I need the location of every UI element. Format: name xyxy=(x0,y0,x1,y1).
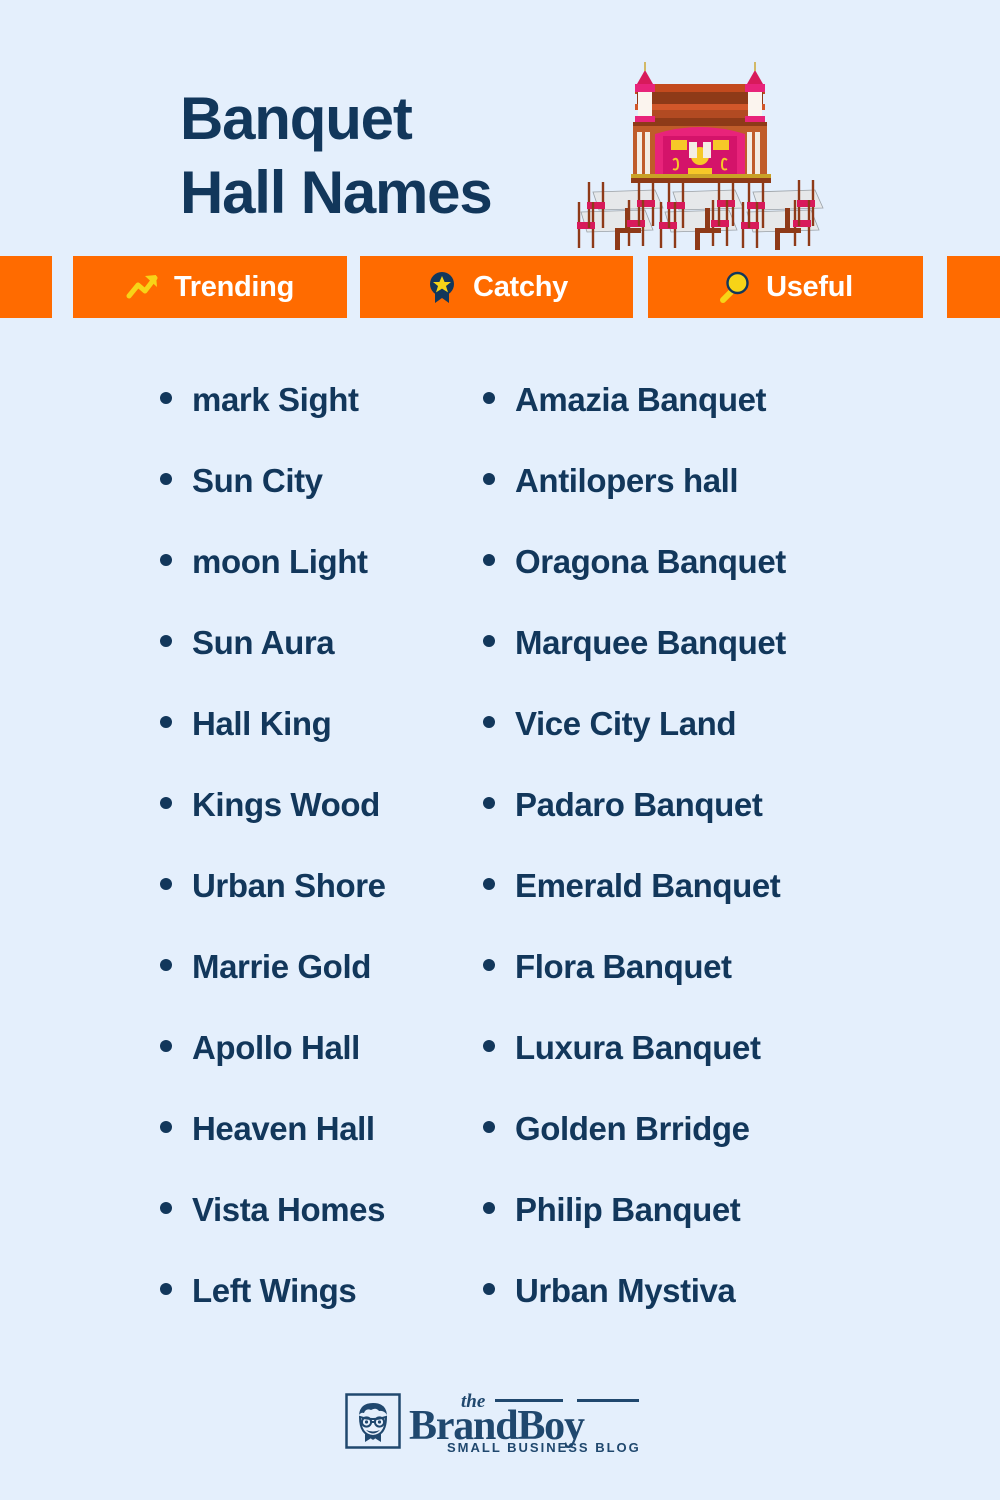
name-item-label: Luxura Banquet xyxy=(515,1029,761,1066)
list-item: Flora Banquet xyxy=(483,947,913,1028)
name-item-label: Golden Brridge xyxy=(515,1110,750,1147)
logo-rule-right xyxy=(577,1399,639,1402)
bullet-icon xyxy=(483,554,495,566)
list-item: Amazia Banquet xyxy=(483,380,913,461)
footer: the BrandBoy SMALL BUSINESS BLOG xyxy=(0,1391,1000,1473)
bullet-icon xyxy=(483,1202,495,1214)
list-item: Hall King xyxy=(160,704,490,785)
list-item: moon Light xyxy=(160,542,490,623)
bullet-icon xyxy=(160,1040,172,1052)
bullet-icon xyxy=(483,1121,495,1133)
name-item-label: Padaro Banquet xyxy=(515,786,763,823)
name-item-label: Marrie Gold xyxy=(192,948,371,985)
bullet-icon xyxy=(483,959,495,971)
name-item-label: Kings Wood xyxy=(192,786,380,823)
magnifying-glass-icon xyxy=(720,271,749,303)
list-item: Marquee Banquet xyxy=(483,623,913,704)
title-line-1: Banquet xyxy=(180,85,413,152)
list-item: Sun City xyxy=(160,461,490,542)
name-item-label: Sun City xyxy=(192,462,323,499)
list-item: Vice City Land xyxy=(483,704,913,785)
name-item-label: Oragona Banquet xyxy=(515,543,786,580)
ribbon-star-icon xyxy=(430,272,455,303)
name-item-label: Emerald Banquet xyxy=(515,867,781,904)
name-item-label: Left Wings xyxy=(192,1272,357,1309)
list-item: Padaro Banquet xyxy=(483,785,913,866)
name-item-label: Vice City Land xyxy=(515,705,737,742)
list-item: Vista Homes xyxy=(160,1190,490,1271)
bullet-icon xyxy=(160,797,172,809)
bullet-icon xyxy=(483,716,495,728)
name-item-label: Antilopers hall xyxy=(515,462,739,499)
name-item-label: Urban Shore xyxy=(192,867,386,904)
list-item: Heaven Hall xyxy=(160,1109,490,1190)
name-item-label: Flora Banquet xyxy=(515,948,732,985)
name-item-label: Sun Aura xyxy=(192,624,335,661)
bullet-icon xyxy=(483,392,495,404)
list-item: Apollo Hall xyxy=(160,1028,490,1109)
list-item: Philip Banquet xyxy=(483,1190,913,1271)
bullet-icon xyxy=(483,473,495,485)
list-item: Urban Mystiva xyxy=(483,1271,913,1352)
brandboy-boy-face-icon xyxy=(345,1393,401,1449)
trending-arrow-icon xyxy=(126,275,158,299)
banquet-hall-illustration xyxy=(577,62,824,250)
list-item: Urban Shore xyxy=(160,866,490,947)
bullet-icon xyxy=(483,635,495,647)
badge-trending-label: Trending xyxy=(173,270,295,303)
name-item-label: moon Light xyxy=(192,543,368,580)
badge-useful[interactable]: Useful xyxy=(648,256,923,318)
name-item-label: Hall King xyxy=(192,705,332,742)
name-lists: mark Sight Sun City moon Light Sun Aura Hall… xyxy=(0,380,1000,1360)
list-item: Golden Brridge xyxy=(483,1109,913,1190)
badge-strip-left-edge xyxy=(0,256,52,318)
badge-trending[interactable]: Trending xyxy=(73,256,347,318)
bullet-icon xyxy=(160,473,172,485)
bullet-icon xyxy=(160,1202,172,1214)
name-item-label: Heaven Hall xyxy=(192,1110,375,1147)
badge-catchy-label: Catchy xyxy=(473,270,568,303)
title-line-2: Hall Names xyxy=(180,159,493,226)
badge-useful-label: Useful xyxy=(766,270,853,303)
list-item: Sun Aura xyxy=(160,623,490,704)
page-title: Banquet Hall Names xyxy=(180,82,493,230)
bullet-icon xyxy=(483,878,495,890)
name-item-label: Amazia Banquet xyxy=(515,381,767,418)
name-list-left-column: mark Sight Sun City moon Light Sun Aura Hall… xyxy=(160,380,490,1352)
name-item-label: Urban Mystiva xyxy=(515,1272,736,1309)
list-item: mark Sight xyxy=(160,380,490,461)
list-item: Luxura Banquet xyxy=(483,1028,913,1109)
name-item-label: Philip Banquet xyxy=(515,1191,741,1228)
bullet-icon xyxy=(483,1040,495,1052)
name-item-label: mark Sight xyxy=(192,381,359,418)
logo-tagline: SMALL BUSINESS BLOG xyxy=(447,1440,641,1455)
infographic-page: Banquet Hall Names Trending Catchy Usefu… xyxy=(0,0,1000,1500)
bullet-icon xyxy=(160,1121,172,1133)
bullet-icon xyxy=(160,878,172,890)
bullet-icon xyxy=(160,716,172,728)
name-item-label: Apollo Hall xyxy=(192,1029,360,1066)
bullet-icon xyxy=(160,635,172,647)
badge-catchy[interactable]: Catchy xyxy=(360,256,633,318)
name-list-right-column: Amazia Banquet Antilopers hall Oragona Ban… xyxy=(483,380,913,1352)
list-item: Antilopers hall xyxy=(483,461,913,542)
brandboy-wordmark: the BrandBoy SMALL BUSINESS BLOG xyxy=(409,1391,641,1457)
list-item: Emerald Banquet xyxy=(483,866,913,947)
brandboy-logo[interactable]: the BrandBoy SMALL BUSINESS BLOG xyxy=(345,1391,641,1457)
bullet-icon xyxy=(160,959,172,971)
badge-strip: Trending Catchy Useful xyxy=(0,256,1000,318)
header: Banquet Hall Names xyxy=(0,0,1000,250)
badge-strip-right-edge xyxy=(947,256,1000,318)
name-item-label: Marquee Banquet xyxy=(515,624,786,661)
bullet-icon xyxy=(160,554,172,566)
list-item: Marrie Gold xyxy=(160,947,490,1028)
bullet-icon xyxy=(483,1283,495,1295)
bullet-icon xyxy=(160,1283,172,1295)
bullet-icon xyxy=(160,392,172,404)
name-item-label: Vista Homes xyxy=(192,1191,386,1228)
list-item: Kings Wood xyxy=(160,785,490,866)
list-item: Oragona Banquet xyxy=(483,542,913,623)
list-item: Left Wings xyxy=(160,1271,490,1352)
bullet-icon xyxy=(483,797,495,809)
